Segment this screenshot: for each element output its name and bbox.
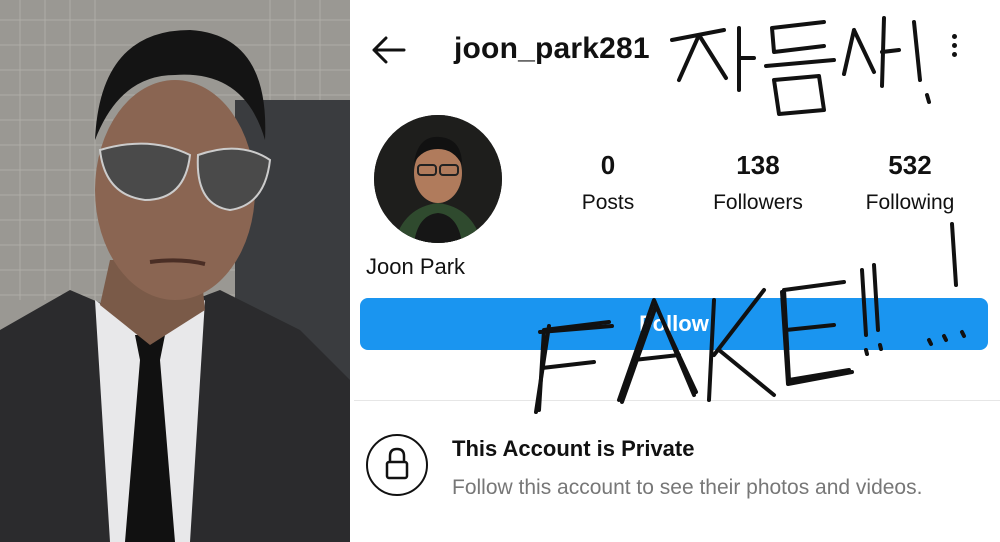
profile-username: joon_park281 bbox=[454, 32, 650, 65]
private-account-subtitle: Follow this account to see their photos … bbox=[452, 476, 923, 499]
profile-photo bbox=[0, 0, 350, 542]
stat-following[interactable]: 532 Following bbox=[840, 150, 980, 215]
back-arrow-icon[interactable] bbox=[368, 30, 408, 70]
stat-posts[interactable]: 0 Posts bbox=[538, 150, 678, 215]
follow-button[interactable]: Follow bbox=[360, 298, 988, 350]
section-divider bbox=[354, 400, 1000, 401]
instagram-profile-screen: joon_park281 Joon Park 0 Posts 138 Follo… bbox=[354, 0, 1000, 542]
stat-followers-label: Followers bbox=[713, 191, 803, 214]
stat-followers-count: 138 bbox=[736, 150, 780, 180]
profile-display-name: Joon Park bbox=[366, 254, 466, 279]
stat-followers[interactable]: 138 Followers bbox=[688, 150, 828, 215]
private-account-title: This Account is Private bbox=[452, 436, 695, 461]
stat-following-count: 532 bbox=[888, 150, 932, 180]
stat-following-label: Following bbox=[865, 191, 955, 214]
avatar[interactable] bbox=[374, 115, 502, 243]
man-in-suit-photo bbox=[0, 0, 350, 542]
lock-icon bbox=[366, 434, 428, 496]
more-vertical-icon[interactable] bbox=[944, 30, 964, 70]
stat-posts-label: Posts bbox=[581, 191, 635, 214]
stat-posts-count: 0 bbox=[600, 150, 616, 180]
